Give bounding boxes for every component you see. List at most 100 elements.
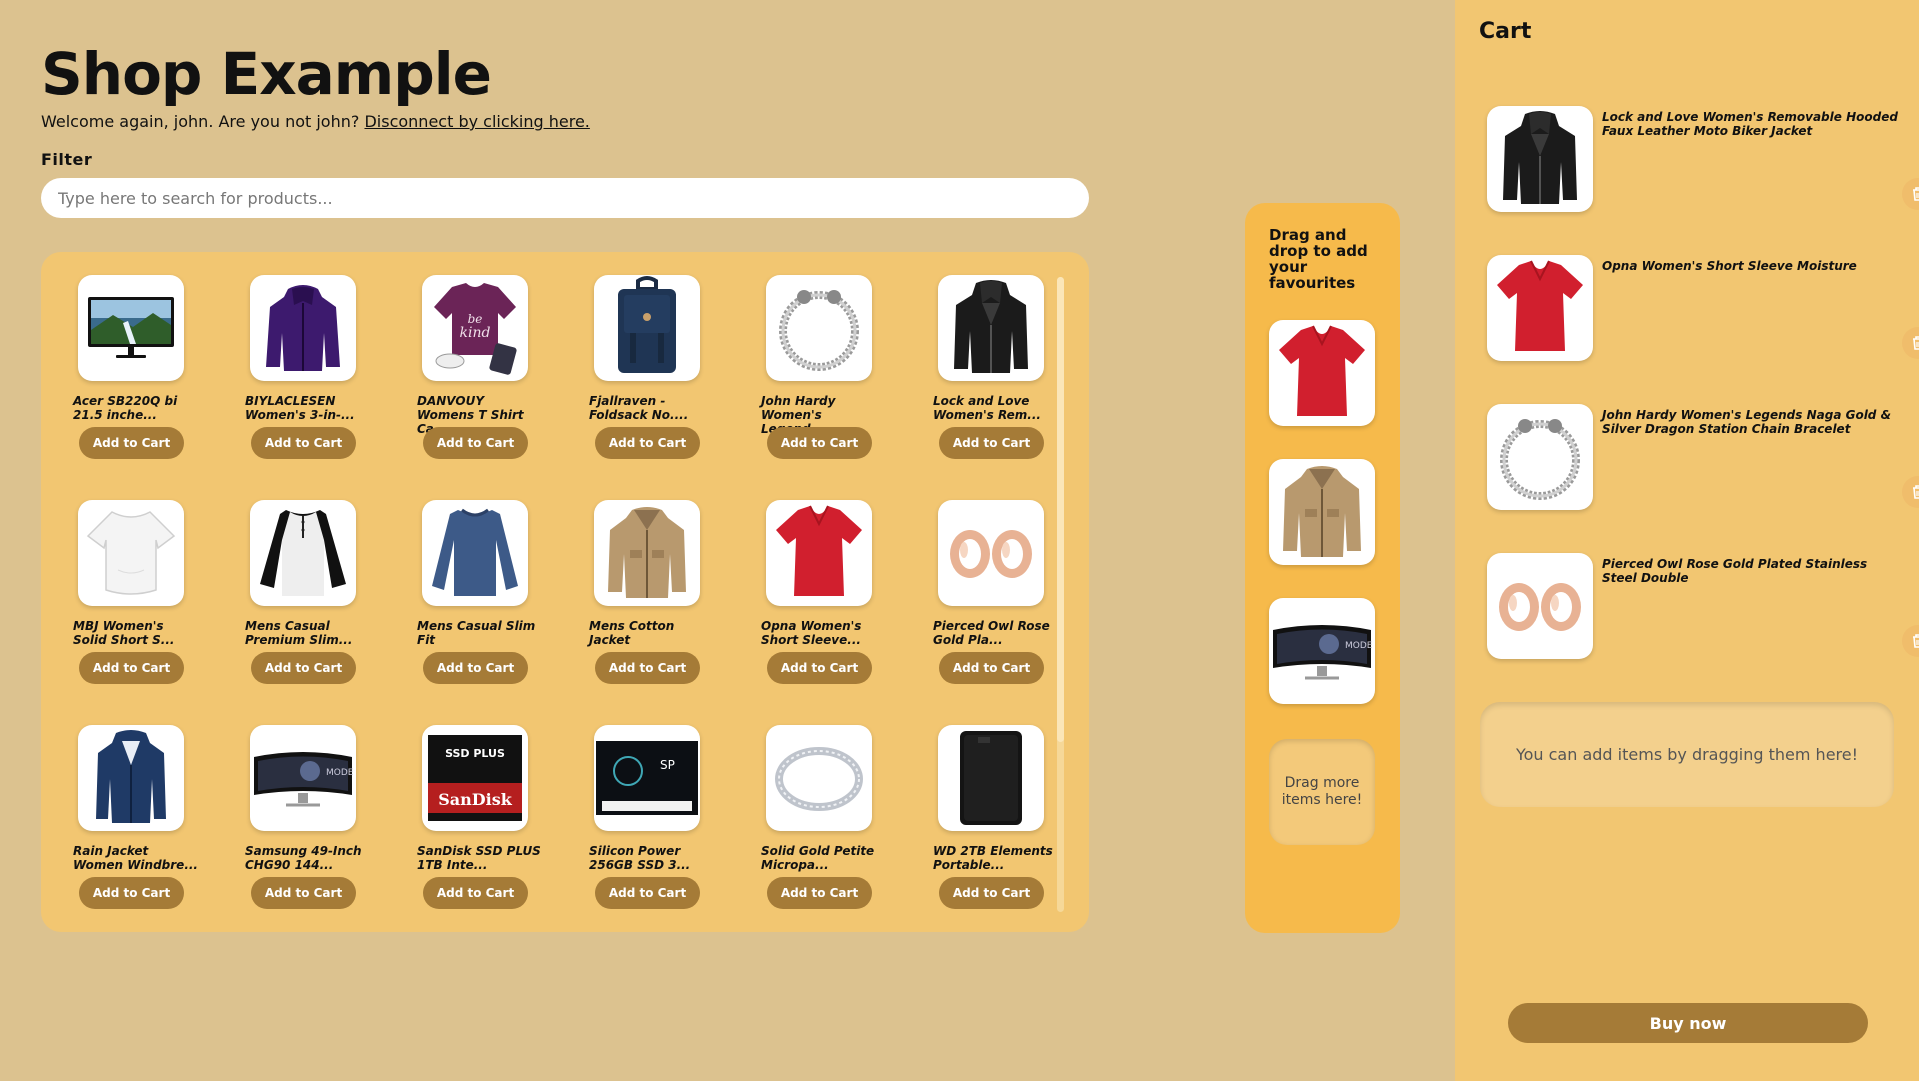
product-card[interactable]: Opna Women's Short Sleeve... Add to Cart (761, 500, 911, 700)
product-name: Opna Women's Short Sleeve... (761, 619, 862, 647)
add-to-cart-button[interactable]: Add to Cart (939, 652, 1044, 684)
favourites-drop-zone[interactable]: Drag more items here! (1269, 739, 1375, 845)
cart-sidebar: Cart Lock and Love Women's Removable Hoo… (1455, 0, 1919, 1081)
jacket-purple-icon[interactable] (250, 275, 356, 381)
buy-now-button[interactable]: Buy now (1508, 1003, 1868, 1043)
product-name: Silicon Power 256GB SSD 3... (589, 844, 691, 872)
trash-icon (1913, 485, 1919, 499)
rose-gold-plugs-icon[interactable] (938, 500, 1044, 606)
product-card[interactable]: Solid Gold Petite Micropa... Add to Cart (761, 725, 911, 925)
trash-icon (1913, 634, 1919, 648)
add-to-cart-button[interactable]: Add to Cart (251, 427, 356, 459)
tshirt-purple-icon[interactable]: be kind (422, 275, 528, 381)
product-card[interactable]: Mens Casual Slim Fit Add to Cart (417, 500, 567, 700)
cart-item-name: Pierced Owl Rose Gold Plated Stainless S… (1602, 557, 1868, 585)
rain-jacket-icon[interactable] (78, 725, 184, 831)
cart-drop-zone[interactable]: You can add items by dragging them here! (1480, 702, 1894, 807)
cart-item-name: John Hardy Women's Legends Naga Gold & S… (1602, 408, 1892, 436)
svg-text:SSD PLUS: SSD PLUS (445, 747, 505, 760)
add-to-cart-button[interactable]: Add to Cart (595, 877, 700, 909)
trash-icon (1913, 336, 1919, 350)
ssd-silicon-icon[interactable]: SP (594, 725, 700, 831)
add-to-cart-button[interactable]: Add to Cart (939, 427, 1044, 459)
product-card[interactable]: Acer SB220Q bi 21.5 inche... Add to Cart (73, 275, 223, 475)
raglan-tee-icon[interactable] (250, 500, 356, 606)
svg-text:kind: kind (460, 325, 491, 341)
remove-item-button[interactable] (1902, 178, 1919, 210)
backpack-icon[interactable] (594, 275, 700, 381)
remove-item-button[interactable] (1902, 327, 1919, 359)
svg-text:SanDisk: SanDisk (438, 790, 513, 809)
cart-item[interactable]: Opna Women's Short Sleeve Moisture (1487, 255, 1919, 365)
svg-text:MODE: MODE (326, 768, 354, 778)
product-name: SanDisk SSD PLUS 1TB Inte... (417, 844, 541, 872)
product-card[interactable]: BIYLACLESEN Women's 3-in-... Add to Cart (245, 275, 395, 475)
cart-item[interactable]: Lock and Love Women's Removable Hooded F… (1487, 106, 1919, 216)
product-name: Mens Cotton Jacket (589, 619, 675, 647)
cart-item[interactable]: Pierced Owl Rose Gold Plated Stainless S… (1487, 553, 1919, 663)
product-name: Solid Gold Petite Micropa... (761, 844, 875, 872)
product-card[interactable]: bekindDANVOUY Womens T Shirt Ca...Add to… (417, 275, 567, 475)
product-card[interactable]: Mens Casual Premium Slim... Add to Cart (245, 500, 395, 700)
product-card[interactable]: MBJ Women's Solid Short S... Add to Cart (73, 500, 223, 700)
longsleeve-blue-icon[interactable] (422, 500, 528, 606)
product-card[interactable]: SP Silicon Power 256GB SSD 3... Add to Car… (589, 725, 739, 925)
product-card[interactable]: Rain Jacket Women Windbre... Add to Cart (73, 725, 223, 925)
add-to-cart-button[interactable]: Add to Cart (79, 652, 184, 684)
product-name: Rain Jacket Women Windbre... (73, 844, 198, 872)
remove-item-button[interactable] (1902, 625, 1919, 657)
product-name: BIYLACLESEN Women's 3-in-... (245, 394, 355, 422)
scrollbar-thumb[interactable] (1057, 277, 1064, 742)
add-to-cart-button[interactable]: Add to Cart (595, 427, 700, 459)
cotton-jacket-icon[interactable] (594, 500, 700, 606)
svg-text:MODE: MODE (1345, 641, 1373, 651)
product-name: Samsung 49-Inch CHG90 144... (245, 844, 362, 872)
curved-monitor-icon[interactable]: MODE (1269, 598, 1375, 704)
product-card[interactable]: SSD PLUS SanDisk SanDisk SSD PLUS 1TB Inte… (417, 725, 567, 925)
add-to-cart-button[interactable]: Add to Cart (767, 877, 872, 909)
trash-icon (1913, 187, 1919, 201)
add-to-cart-button[interactable]: Add to Cart (423, 877, 528, 909)
bracelet-chain-icon (1487, 404, 1593, 510)
product-card[interactable]: MODE Samsung 49-Inch CHG90 144... Add to C… (245, 725, 395, 925)
product-card[interactable]: Fjallraven - Foldsack No.... Add to Cart (589, 275, 739, 475)
cart-title: Cart (1479, 19, 1532, 44)
leather-jacket-icon[interactable] (938, 275, 1044, 381)
ssd-sandisk-icon[interactable]: SSD PLUS SanDisk (422, 725, 528, 831)
product-name: Mens Casual Slim Fit (417, 619, 536, 647)
svg-text:be: be (468, 312, 483, 326)
curved-monitor-icon[interactable]: MODE (250, 725, 356, 831)
product-name: Mens Casual Premium Slim... (245, 619, 353, 647)
add-to-cart-button[interactable]: Add to Cart (251, 652, 356, 684)
add-to-cart-button[interactable]: Add to Cart (79, 877, 184, 909)
product-name: MBJ Women's Solid Short S... (73, 619, 175, 647)
monitor-icon[interactable] (78, 275, 184, 381)
product-card[interactable]: John Hardy Women's Legend...Add to Cart (761, 275, 911, 475)
add-to-cart-button[interactable]: Add to Cart (595, 652, 700, 684)
hard-drive-icon[interactable] (938, 725, 1044, 831)
remove-item-button[interactable] (1902, 476, 1919, 508)
tshirt-red-icon[interactable] (766, 500, 872, 606)
add-to-cart-button[interactable]: Add to Cart (423, 652, 528, 684)
cotton-jacket-icon[interactable] (1269, 459, 1375, 565)
add-to-cart-button[interactable]: Add to Cart (79, 427, 184, 459)
cart-item-name: Lock and Love Women's Removable Hooded F… (1602, 110, 1898, 138)
add-to-cart-button[interactable]: Add to Cart (423, 427, 528, 459)
cart-item[interactable]: John Hardy Women's Legends Naga Gold & S… (1487, 404, 1919, 514)
search-input[interactable] (41, 178, 1089, 218)
filter-label: Filter (41, 150, 93, 169)
add-to-cart-button[interactable]: Add to Cart (251, 877, 356, 909)
add-to-cart-button[interactable]: Add to Cart (767, 652, 872, 684)
product-name: Acer SB220Q bi 21.5 inche... (73, 394, 178, 422)
add-to-cart-button[interactable]: Add to Cart (939, 877, 1044, 909)
tshirt-red-icon (1487, 255, 1593, 361)
ring-bracelet-icon[interactable] (766, 725, 872, 831)
bracelet-chain-icon[interactable] (766, 275, 872, 381)
add-to-cart-button[interactable]: Add to Cart (767, 427, 872, 459)
product-card[interactable]: Mens Cotton Jacket Add to Cart (589, 500, 739, 700)
tshirt-red-icon[interactable] (1269, 320, 1375, 426)
top-white-icon[interactable] (78, 500, 184, 606)
favourites-title: Drag and drop to add your favourites (1269, 226, 1368, 292)
svg-text:SP: SP (660, 758, 675, 772)
disconnect-link[interactable]: Disconnect by clicking here. (364, 112, 589, 131)
